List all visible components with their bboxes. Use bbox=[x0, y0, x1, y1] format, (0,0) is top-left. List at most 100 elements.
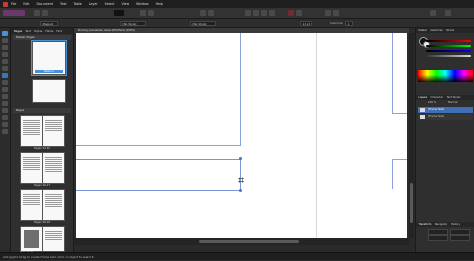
page-thumbnail[interactable] bbox=[42, 115, 65, 147]
layer-row-selected[interactable]: (Frame Text) bbox=[418, 107, 473, 113]
studio-link-button[interactable] bbox=[430, 10, 436, 16]
opacity-slider[interactable] bbox=[426, 55, 471, 57]
tab-text[interactable]: Text bbox=[25, 29, 31, 33]
tab-swatches[interactable]: Swatches bbox=[430, 29, 442, 32]
vector-crop-tool-icon[interactable] bbox=[2, 115, 8, 120]
tab-character[interactable]: Character bbox=[430, 96, 443, 99]
style-field[interactable]: Magnet bbox=[40, 20, 58, 26]
selected-text-frame[interactable] bbox=[76, 159, 241, 191]
tab-find[interactable]: Find bbox=[56, 29, 62, 33]
ellipse-tool-icon[interactable] bbox=[2, 87, 8, 92]
rectangle-tool-icon[interactable] bbox=[2, 80, 8, 85]
frame-handle[interactable] bbox=[239, 189, 242, 192]
text-frame-icon bbox=[420, 108, 425, 112]
tab-colour[interactable]: Colour bbox=[419, 29, 427, 32]
page-thumbnail[interactable] bbox=[20, 226, 43, 252]
tab-stroke[interactable]: Stroke bbox=[446, 29, 454, 32]
pen-tool-icon[interactable] bbox=[2, 66, 8, 71]
page-thumbnail[interactable] bbox=[42, 189, 65, 221]
margin-guide bbox=[240, 33, 241, 145]
master-pages-section[interactable]: Master Pages bbox=[13, 35, 71, 40]
menu-text[interactable]: Text bbox=[60, 2, 66, 6]
align-right-button[interactable] bbox=[261, 10, 267, 16]
vertical-scrollbar[interactable] bbox=[409, 33, 414, 238]
horizontal-scrollbar[interactable] bbox=[74, 238, 409, 245]
snapping-button[interactable] bbox=[140, 10, 146, 16]
menu-layer[interactable]: Layer bbox=[89, 2, 98, 6]
zoom-tool-icon[interactable] bbox=[2, 129, 8, 134]
menu-window[interactable]: Window bbox=[136, 2, 149, 6]
menu-help[interactable]: Help bbox=[156, 2, 163, 6]
page-thumbnail[interactable] bbox=[20, 115, 43, 147]
spread-label: Pages 24-25 bbox=[34, 147, 50, 150]
insert-picture-frame-button[interactable] bbox=[208, 10, 214, 16]
document-spread[interactable]: ⌗ bbox=[76, 33, 407, 238]
columns-label: Columns: bbox=[330, 20, 344, 25]
tab-transform[interactable]: Transform bbox=[419, 223, 432, 226]
artistic-text-tool-icon[interactable] bbox=[2, 52, 8, 57]
layers-panel-tabs: Layers Character Text Styles bbox=[416, 95, 474, 100]
arrange-button[interactable] bbox=[333, 10, 339, 16]
distribute-button[interactable] bbox=[269, 10, 275, 16]
tab-navigator[interactable]: Navigator bbox=[435, 223, 448, 226]
insert-text-frame-button[interactable] bbox=[200, 10, 206, 16]
columns-field[interactable]: 1 bbox=[345, 20, 353, 26]
layer-opacity[interactable]: 100 % bbox=[428, 101, 436, 104]
menu-file[interactable]: File bbox=[11, 2, 16, 6]
menu-table[interactable]: Table bbox=[74, 2, 82, 6]
menu-edit[interactable]: Edit bbox=[23, 2, 29, 6]
shape-tool-icon[interactable] bbox=[2, 94, 8, 99]
context-toolbar: Magnet [No Style] [No Style] 11 pt Colum… bbox=[0, 19, 474, 28]
master-page-thumbnail[interactable]: Master A bbox=[31, 40, 67, 76]
paragraph-style-select[interactable]: [No Style] bbox=[120, 20, 146, 26]
menu-view[interactable]: View bbox=[121, 2, 129, 6]
blend-mode-select[interactable]: Normal bbox=[448, 101, 457, 104]
view-mode-button[interactable] bbox=[114, 10, 124, 16]
tab-history[interactable]: History bbox=[451, 223, 460, 226]
layer-row[interactable]: (Frame Text) bbox=[418, 114, 473, 120]
tab-fields[interactable]: Fields bbox=[45, 29, 53, 33]
master-page-thumbnail-2[interactable] bbox=[32, 79, 66, 103]
transparency-tool-icon[interactable] bbox=[2, 108, 8, 113]
height-field[interactable] bbox=[450, 235, 470, 241]
tab-pages[interactable]: Pages bbox=[14, 29, 22, 33]
frame-handle[interactable] bbox=[239, 157, 242, 160]
green-slider[interactable] bbox=[426, 45, 471, 47]
picture-frame-tool-icon[interactable] bbox=[2, 73, 8, 78]
character-style-select[interactable]: [No Style] bbox=[190, 20, 216, 26]
table-tool-icon[interactable] bbox=[2, 59, 8, 64]
menu-document[interactable]: Document bbox=[37, 2, 54, 6]
persona-switcher[interactable] bbox=[3, 10, 25, 16]
layer-name: (Frame Text) bbox=[428, 115, 445, 118]
page-thumbnail[interactable] bbox=[20, 189, 43, 221]
spread-label: Pages 26-27 bbox=[34, 184, 50, 187]
page-thumbnail[interactable] bbox=[42, 226, 65, 252]
share-button[interactable] bbox=[445, 10, 451, 16]
move-tool-icon[interactable] bbox=[2, 31, 8, 36]
text-wrap-button[interactable] bbox=[325, 10, 331, 16]
colour-spectrum[interactable] bbox=[418, 70, 473, 82]
document-setup-button[interactable] bbox=[34, 10, 40, 16]
page-thumbnail[interactable] bbox=[20, 152, 43, 184]
pages-panel: Pages Text Styles Fields Find Master Pag… bbox=[11, 28, 74, 254]
align-center-button[interactable] bbox=[253, 10, 259, 16]
pages-section[interactable]: Pages bbox=[13, 108, 71, 113]
guides-button[interactable] bbox=[148, 10, 154, 16]
preflight-button[interactable] bbox=[42, 10, 48, 16]
view-tool-icon[interactable] bbox=[2, 122, 8, 127]
node-tool-icon[interactable] bbox=[2, 38, 8, 43]
red-slider[interactable] bbox=[426, 40, 471, 42]
blue-slider[interactable] bbox=[426, 50, 471, 52]
menu-select[interactable]: Select bbox=[105, 2, 115, 6]
y-position-field[interactable] bbox=[428, 235, 448, 241]
fill-colour-button[interactable] bbox=[288, 10, 294, 16]
font-size-field[interactable]: 11 pt bbox=[300, 20, 312, 26]
frame-text-tool-icon[interactable] bbox=[2, 45, 8, 50]
align-left-button[interactable] bbox=[245, 10, 251, 16]
tab-text-styles[interactable]: Text Styles bbox=[447, 96, 461, 99]
tab-styles[interactable]: Styles bbox=[34, 29, 42, 33]
page-thumbnail[interactable] bbox=[42, 152, 65, 184]
tab-layers[interactable]: Layers bbox=[419, 96, 428, 99]
stroke-colour-button[interactable] bbox=[296, 10, 302, 16]
fill-tool-icon[interactable] bbox=[2, 101, 8, 106]
